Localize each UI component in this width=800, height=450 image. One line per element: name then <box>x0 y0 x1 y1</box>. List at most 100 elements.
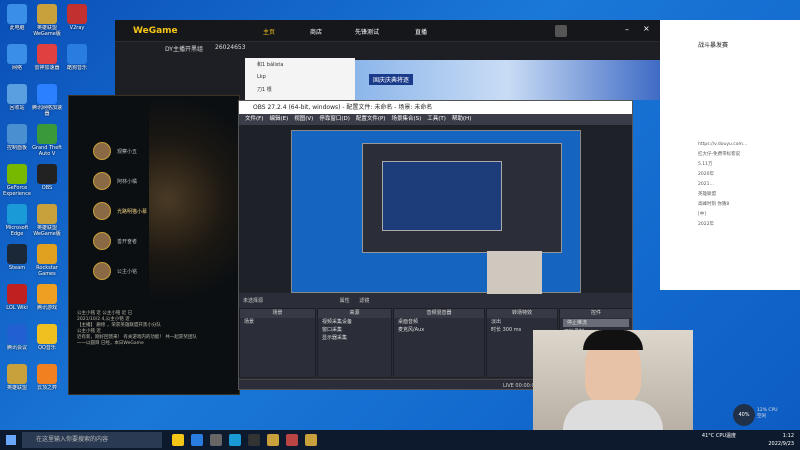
obs-menu-item[interactable]: 工具(T) <box>427 116 446 122</box>
desktop-icon[interactable]: GeForce Experience <box>2 164 32 197</box>
close-icon[interactable]: × <box>643 24 650 33</box>
obs-dock-panel[interactable]: 来源 视频采集设备 窗口采集 显示器采集 <box>317 308 392 378</box>
desktop-icon[interactable]: OBS <box>32 164 62 197</box>
taskbar-app-icon[interactable] <box>191 434 203 446</box>
taskbar-app-icon[interactable] <box>305 434 317 446</box>
desktop-icon[interactable]: 腾讯网络加速器 <box>32 84 62 117</box>
browser-text[interactable]: 2021... <box>698 180 798 190</box>
wegame-friend-list[interactable]: 和1 bálista Lkp 刀1 根 <box>245 58 355 100</box>
friend-item[interactable]: Lkp <box>245 71 355 83</box>
panel-header: 音频混音器 <box>394 309 484 318</box>
browser-text[interactable]: 高峰时刻 你猜8 <box>698 200 798 210</box>
desktop-icon[interactable]: 英雄联盟 <box>2 364 32 397</box>
lol-friend-item[interactable]: 观察小五 <box>75 136 147 166</box>
desktop-icon[interactable]: 控制面板 <box>2 124 32 157</box>
desktop-icon[interactable]: 此电脑 <box>2 4 32 37</box>
banner-title: 国庆庆典将逐 <box>369 74 414 85</box>
obs-menu-item[interactable]: 编辑(E) <box>269 116 288 122</box>
clock-time: 1:12 <box>782 433 794 439</box>
taskbar-app-icon[interactable] <box>286 434 298 446</box>
desktop-icon[interactable]: Grand Theft Auto V <box>32 124 62 157</box>
desktop-icon[interactable]: 回收站 <box>2 84 32 117</box>
browser-text[interactable]: [中] <box>698 210 798 220</box>
wegame-window[interactable]: WeGame DY主播开黑组 26024653 主页 商店 先锋测试 直播 – … <box>115 20 660 100</box>
obs-preview[interactable] <box>239 125 632 294</box>
browser-text[interactable]: 5.11万 <box>698 160 798 170</box>
desktop-icon[interactable]: 雷神加速器 <box>32 44 62 77</box>
panel-row[interactable]: 桌面音频 <box>394 318 484 326</box>
avatar <box>93 232 111 250</box>
obs-source-toolbar: 未选择源 属性 滤镜 <box>239 296 632 307</box>
taskbar-app-icon[interactable] <box>172 434 184 446</box>
desktop-icon[interactable]: 英雄联盟WeGame版 <box>32 204 62 237</box>
obs-menu-item[interactable]: 停靠窗口(D) <box>319 116 350 122</box>
panel-header: 场景 <box>240 309 315 318</box>
desktop-icon[interactable]: 腾讯游戏 <box>32 284 62 317</box>
desktop-icon[interactable]: 酷狗音乐 <box>62 44 92 77</box>
system-tray[interactable]: 41°C CPU温度 1:12 2022/9/23 <box>702 432 794 448</box>
no-source-label: 未选择源 <box>243 298 264 304</box>
lol-friend-item[interactable]: 公主小铭 <box>75 256 147 286</box>
app-icon <box>37 284 57 304</box>
minimize-icon[interactable]: – <box>625 25 629 34</box>
panel-row[interactable]: 场景 <box>240 318 315 326</box>
wegame-tab-store[interactable]: 商店 <box>310 27 322 36</box>
browser-text[interactable]: 英雄联盟 <box>698 190 798 200</box>
desktop-icon[interactable]: V2ray <box>62 4 92 37</box>
properties-button[interactable]: 属性 <box>340 298 350 304</box>
desktop-icon[interactable]: LOL Wiki <box>2 284 32 317</box>
panel-row[interactable]: 显示器采集 <box>318 334 391 342</box>
app-icon <box>7 204 27 224</box>
browser-text[interactable]: 2020年 <box>698 170 798 180</box>
app-icon <box>37 44 57 64</box>
obs-dock-panel[interactable]: 音频混音器 桌面音频 麦克风/Aux <box>393 308 485 378</box>
lol-friend-item[interactable]: 善开奋者 <box>75 226 147 256</box>
wegame-user[interactable]: DY主播开黑组 <box>165 44 203 53</box>
desktop-icon[interactable]: Rockstar Games Launcher <box>32 244 62 277</box>
friend-item[interactable]: 刀1 根 <box>245 83 355 96</box>
lol-launcher-window[interactable]: 观察小五 阿林小橘 光路明猫小慕 善开奋者 公主小铭 公主小铭 近 公主小铭 近 已 20… <box>68 95 240 395</box>
wegame-logo: WeGame <box>133 26 178 36</box>
browser-text[interactable]: https://v.douyu.com... <box>698 140 798 150</box>
browser-text[interactable]: 扛大仔-免费带标客说 <box>698 150 798 160</box>
lol-friend-item[interactable]: 光路明猫小慕 <box>75 196 147 226</box>
app-icon <box>37 204 57 224</box>
panel-row[interactable]: 停止推流 <box>563 319 629 327</box>
obs-menu-item[interactable]: 场景集合(S) <box>391 116 421 122</box>
filters-button[interactable]: 滤镜 <box>359 298 369 304</box>
desktop-icon[interactable]: 英雄联盟WeGame版 <box>32 4 62 37</box>
panel-row[interactable]: 麦克风/Aux <box>394 326 484 334</box>
wegame-tab-live[interactable]: 直播 <box>415 27 427 36</box>
obs-dock-panel[interactable]: 场景 场景 <box>239 308 316 378</box>
desktop-icon[interactable]: 腾讯会议 <box>2 324 32 357</box>
lol-friend-item[interactable]: 阿林小橘 <box>75 166 147 196</box>
desktop-icon[interactable]: Steam <box>2 244 32 277</box>
desktop-icon[interactable]: 云顶之弈 <box>32 364 62 397</box>
windows-start-icon[interactable] <box>6 435 16 445</box>
desktop-icon[interactable]: QQ音乐 <box>32 324 62 357</box>
obs-menu-item[interactable]: 视图(V) <box>294 116 313 122</box>
home-icon[interactable] <box>555 25 567 37</box>
taskbar-app-icon[interactable] <box>229 434 241 446</box>
app-icon <box>37 244 57 264</box>
taskbar-app-icon[interactable] <box>248 434 260 446</box>
browser-window[interactable]: 战斗暴发赛 https://v.douyu.com... 扛大仔-免费带标客说 5.… <box>660 20 800 290</box>
wegame-banner[interactable]: 国庆庆典将逐 <box>355 60 660 100</box>
browser-text[interactable]: 2022年 <box>698 220 798 230</box>
cpu-widget: 12% CPU空闲 <box>757 408 778 419</box>
obs-menu-item[interactable]: 配置文件(P) <box>356 116 386 122</box>
friend-item[interactable]: 和1 bálista <box>245 58 355 71</box>
wegame-tab-home[interactable]: 主页 <box>263 27 275 36</box>
obs-menu-item[interactable]: 帮助(H) <box>452 116 471 122</box>
avatar <box>93 202 111 220</box>
desktop-icon[interactable]: 网络 <box>2 44 32 77</box>
desktop-icon[interactable]: Microsoft Edge <box>2 204 32 237</box>
panel-row[interactable]: 视频采集设备 <box>318 318 391 326</box>
taskbar-app-icon[interactable] <box>210 434 222 446</box>
panel-row[interactable]: 窗口采集 <box>318 326 391 334</box>
taskbar-search[interactable]: 在这里输入你要搜索的内容 <box>22 432 162 448</box>
taskbar-app-icon[interactable] <box>267 434 279 446</box>
obs-menu-item[interactable]: 文件(F) <box>245 116 263 122</box>
wegame-tab-test[interactable]: 先锋测试 <box>355 27 379 36</box>
panel-row[interactable]: 淡出 <box>487 318 557 326</box>
